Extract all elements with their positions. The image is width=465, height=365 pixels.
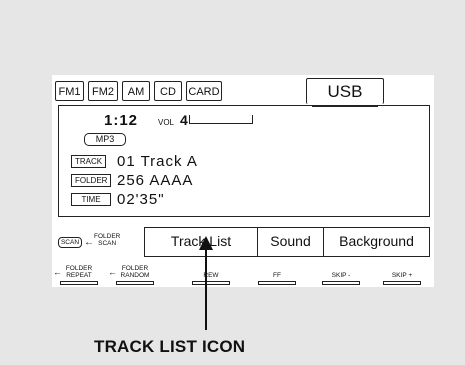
callout-caption: TRACK LIST ICON <box>94 337 246 356</box>
callout-line <box>205 246 207 330</box>
folder-repeat-button[interactable]: FOLDER REPEAT <box>58 265 100 285</box>
folder-scan-label-line2: SCAN <box>98 240 117 247</box>
ff-label: FF <box>273 272 281 279</box>
folder-value: 256 AAAA <box>117 172 194 189</box>
sound-button[interactable]: Sound <box>257 228 323 256</box>
folder-tag: FOLDER <box>71 174 112 187</box>
scan-button[interactable]: SCAN <box>58 237 82 248</box>
button-bar <box>60 281 98 285</box>
tab-cd[interactable]: CD <box>154 81 182 101</box>
tab-fm1[interactable]: FM1 <box>55 81 84 101</box>
folder-repeat-line1: FOLDER <box>65 265 93 272</box>
audio-display-panel: FM1 FM2 AM CD CARD USB 1:12 VOL 4 MP3 TR… <box>52 75 434 287</box>
background-button[interactable]: Background <box>323 228 429 256</box>
volume-label: VOL <box>158 118 175 127</box>
button-bar <box>258 281 296 285</box>
button-bar <box>116 281 154 285</box>
tab-usb[interactable]: USB <box>306 78 384 104</box>
folder-random-line2: RANDOM <box>120 272 150 279</box>
ff-button[interactable]: FF <box>256 265 298 285</box>
button-bar <box>192 281 230 285</box>
format-badge: MP3 <box>84 133 126 146</box>
left-arrow-icon: ← <box>84 237 94 248</box>
folder-random-button[interactable]: FOLDER RANDOM <box>114 265 156 285</box>
rew-button[interactable]: REW <box>190 265 232 285</box>
tab-fm2[interactable]: FM2 <box>88 81 118 101</box>
folder-repeat-line2: REPEAT <box>66 272 92 279</box>
tab-am[interactable]: AM <box>122 81 150 101</box>
volume-value: 4 <box>180 112 188 128</box>
time-tag: TIME <box>71 193 111 206</box>
softkey-bar: Track List Sound Background <box>144 227 430 257</box>
button-bar <box>322 281 360 285</box>
volume-bar-fill <box>189 115 193 123</box>
skip-minus-button[interactable]: SKIP - <box>320 265 362 285</box>
track-tag: TRACK <box>71 155 107 168</box>
time-value: 02'35" <box>117 191 165 208</box>
skip-plus-label: SKIP + <box>391 272 413 279</box>
tab-card[interactable]: CARD <box>186 81 222 101</box>
button-bar <box>383 281 421 285</box>
volume-bar <box>189 115 253 124</box>
folder-scan-label: FOLDER SCAN <box>94 233 120 247</box>
folder-random-line1: FOLDER <box>121 265 149 272</box>
track-value: 01 Track A <box>117 153 198 170</box>
elapsed-time: 1:12 <box>104 112 139 129</box>
track-info-screen: 1:12 VOL 4 MP3 TRACK 01 Track A FOLDER 2… <box>58 105 430 217</box>
skip-minus-label: SKIP - <box>331 272 351 279</box>
skip-plus-button[interactable]: SKIP + <box>381 265 423 285</box>
folder-scan-label-line1: FOLDER <box>94 233 121 240</box>
